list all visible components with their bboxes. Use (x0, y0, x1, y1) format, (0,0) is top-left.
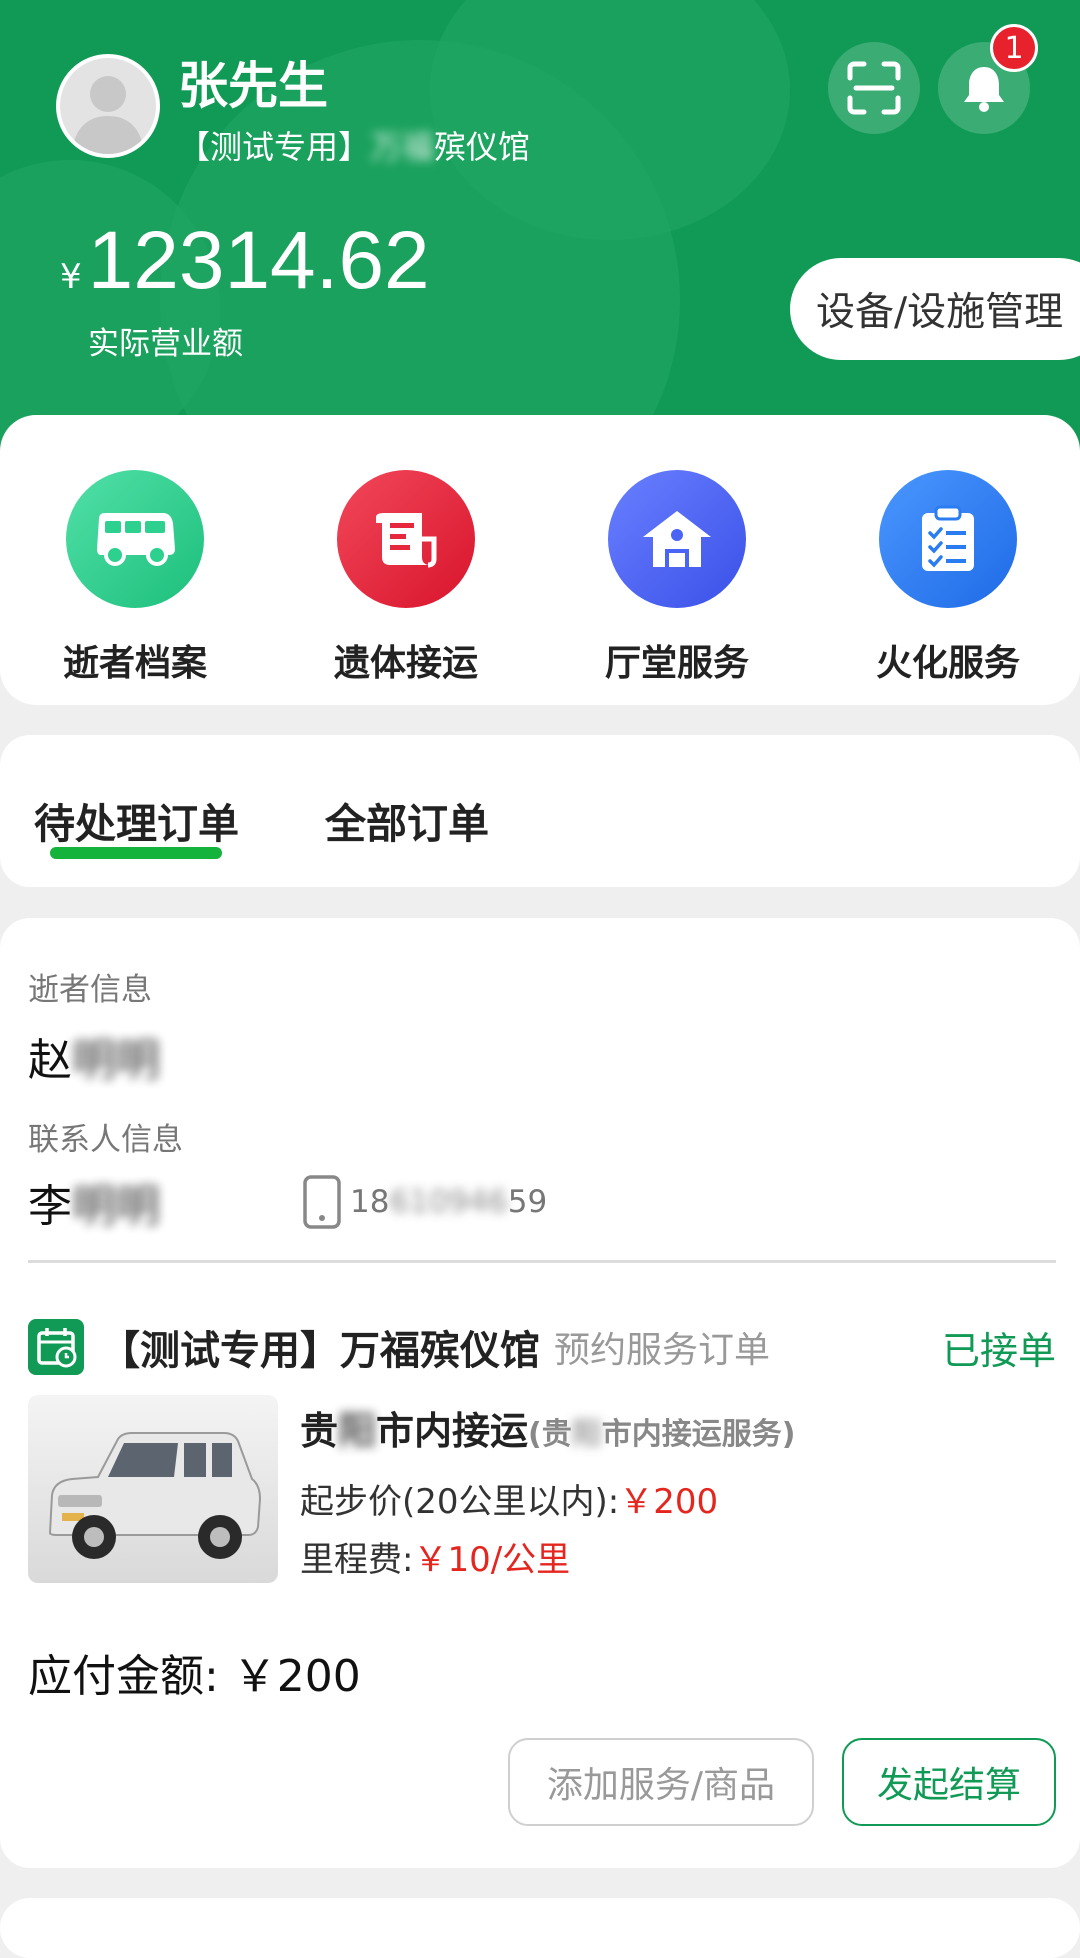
service-title: 贵阳市内接运(贵阳市内接运服务) (300, 1400, 795, 1455)
organization-name: 【测试专用】万福殡仪馆 (178, 122, 530, 168)
currency-symbol: ¥ (60, 257, 82, 297)
order-header: 【测试专用】万福殡仪馆 预约服务订单 已接单 (28, 1318, 1056, 1376)
contact-name-redacted: 明明 (72, 1181, 160, 1232)
order-type: 预约服务订单 (554, 1330, 771, 1371)
mileage-fee-value: ￥10/公里 (413, 1540, 571, 1580)
clipboard-icon (879, 470, 1017, 608)
service-subtitle-suffix: 市内接运服务) (601, 1417, 796, 1452)
revenue-label: 实际营业额 (88, 326, 243, 362)
add-service-button[interactable]: 添加服务/商品 (508, 1738, 814, 1826)
active-tab-indicator (50, 847, 222, 859)
order-org-title: 【测试专用】万福殡仪馆 (100, 1328, 540, 1374)
tab-all-orders[interactable]: 全部订单 (325, 790, 489, 850)
deceased-surname: 赵 (28, 1035, 72, 1086)
mileage-fee: 里程费:￥10/公里 (300, 1532, 570, 1581)
quick-menu: 逝者档案 遗体接运 厅堂服务 火化服务 (0, 415, 1080, 705)
contact-surname: 李 (28, 1181, 72, 1232)
base-price-label: 起步价(20公里以内): (300, 1482, 620, 1522)
base-price-value: ￥200 (619, 1482, 719, 1522)
org-prefix: 【测试专用】 (178, 128, 371, 166)
quick-item-body-transport[interactable]: 遗体接运 (306, 470, 506, 686)
scroll-icon (337, 470, 475, 608)
phone-redacted: 610946 (389, 1184, 508, 1220)
revenue-value: 12314.62 (87, 215, 430, 306)
phone-suffix: 59 (507, 1184, 548, 1220)
deceased-name: 赵明明 (28, 1024, 160, 1088)
base-price: 起步价(20公里以内):￥200 (300, 1474, 718, 1523)
header-banner: 张先生 【测试专用】万福殡仪馆 1 ¥ 12314.62 实际营业额 设备/设施… (0, 0, 1080, 460)
scan-button[interactable] (828, 42, 920, 134)
notification-badge: 1 (990, 24, 1038, 72)
service-city-redacted: 阳 (338, 1409, 377, 1453)
phone-prefix: 18 (350, 1184, 390, 1220)
quick-item-label: 火化服务 (875, 643, 1020, 684)
avatar[interactable] (56, 54, 160, 158)
quick-item-hall-service[interactable]: 厅堂服务 (577, 470, 777, 686)
quick-item-label: 遗体接运 (333, 643, 478, 684)
user-name: 张先生 (178, 57, 328, 115)
phone-icon (303, 1175, 341, 1229)
deceased-info-label: 逝者信息 (28, 972, 152, 1008)
hall-icon (608, 470, 746, 608)
car-image (48, 1432, 262, 1559)
contact-info-label: 联系人信息 (28, 1122, 183, 1158)
service-title-prefix: 贵 (300, 1409, 339, 1453)
bell-icon (964, 67, 1004, 112)
quick-item-label: 逝者档案 (62, 643, 207, 684)
quick-item-cremation-service[interactable]: 火化服务 (848, 470, 1048, 686)
org-name-redacted: 万福 (370, 128, 435, 166)
divider (28, 1260, 1056, 1263)
payable-amount: 应付金额: ￥200 (28, 1651, 361, 1702)
order-tabs: 待处理订单 全部订单 (0, 735, 1080, 887)
van-icon (66, 470, 204, 608)
contact-phone[interactable]: 18 610946 59 (302, 1174, 547, 1230)
deceased-name-redacted: 明明 (72, 1035, 160, 1086)
service-subtitle-prefix: (贵 (528, 1417, 572, 1452)
scan-icon (847, 61, 901, 115)
calendar-icon (28, 1319, 84, 1375)
order-status: 已接单 (941, 1328, 1056, 1373)
service-image (28, 1395, 278, 1583)
quick-item-deceased-records[interactable]: 逝者档案 (35, 470, 235, 686)
mileage-fee-label: 里程费: (300, 1540, 414, 1580)
org-suffix: 殡仪馆 (434, 128, 531, 166)
contact-name: 李明明 (28, 1170, 160, 1234)
service-subtitle: (贵阳市内接运服务) (528, 1417, 795, 1452)
order-card[interactable]: 逝者信息 赵明明 联系人信息 李明明 18 610946 59 【测试专用】万福殡仪… (0, 918, 1080, 1868)
revenue-amount: ¥ 12314.62 (60, 214, 430, 308)
device-management-button[interactable]: 设备/设施管理 (790, 258, 1080, 360)
quick-item-label: 厅堂服务 (604, 643, 749, 684)
tab-pending-orders[interactable]: 待处理订单 (34, 790, 239, 850)
start-settlement-button[interactable]: 发起结算 (842, 1738, 1056, 1826)
next-order-card (0, 1898, 1080, 1958)
service-title-suffix: 市内接运 (376, 1409, 529, 1453)
service-subtitle-redacted: 阳 (571, 1417, 602, 1452)
user-silhouette-icon (72, 76, 144, 154)
